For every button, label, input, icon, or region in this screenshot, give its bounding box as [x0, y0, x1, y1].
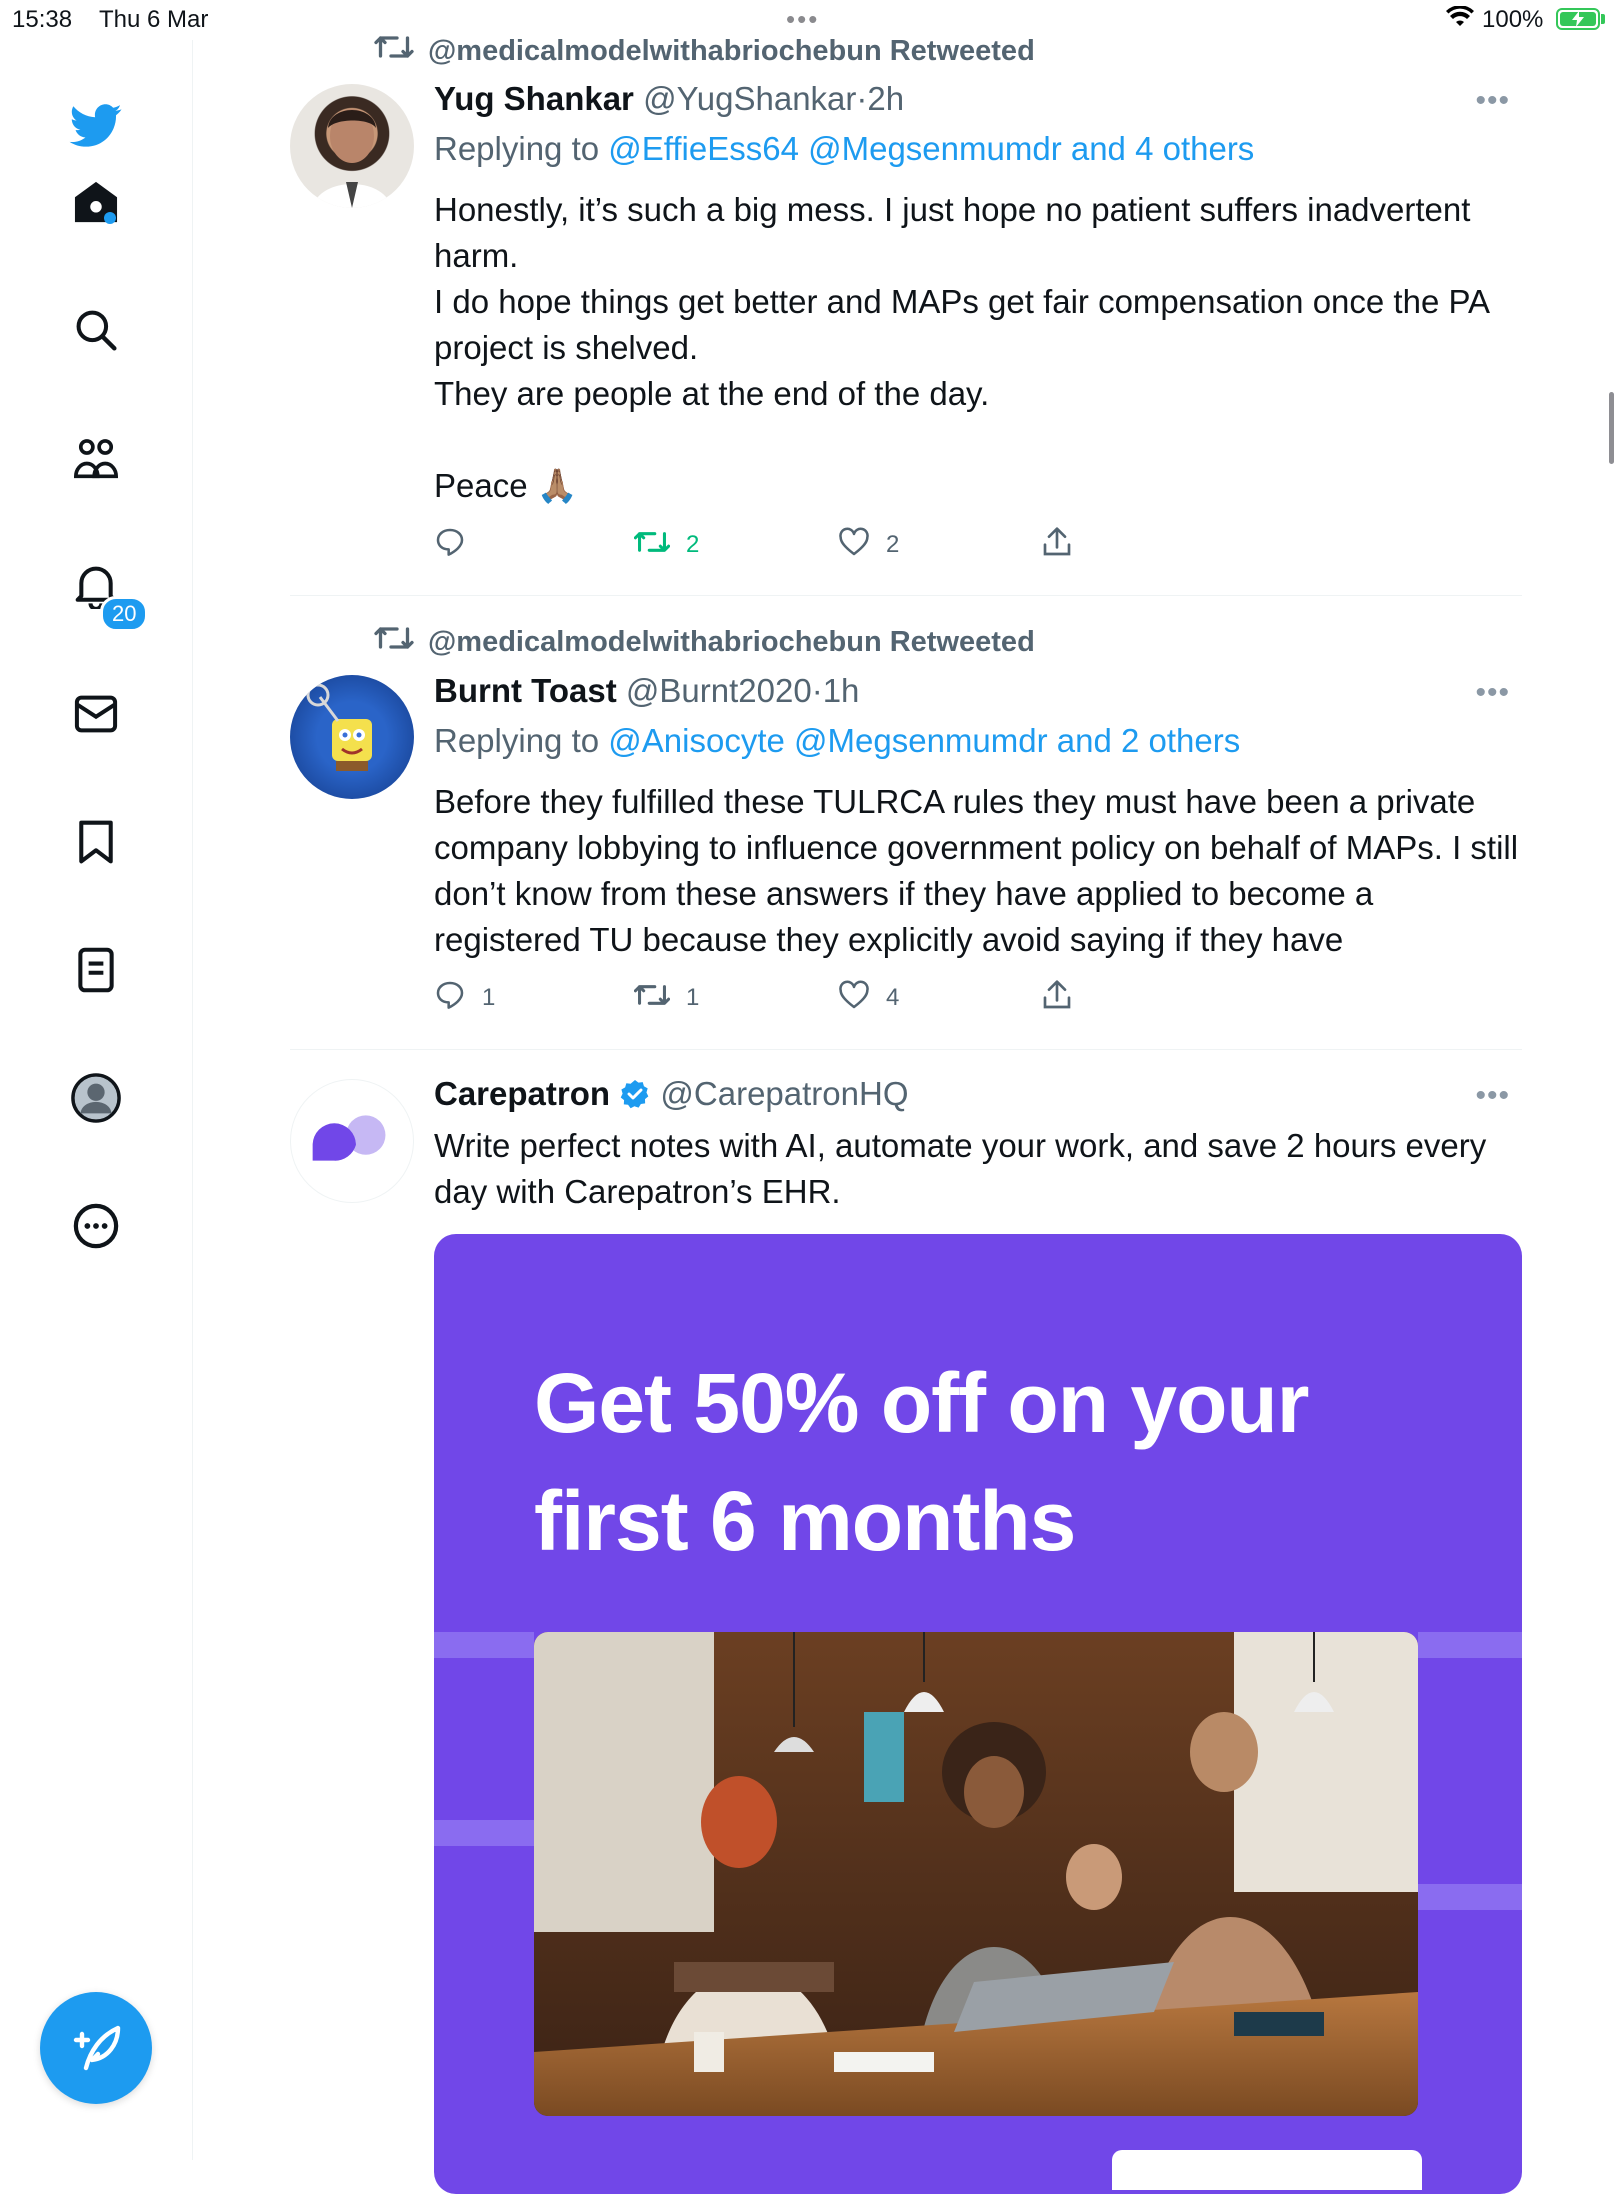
- author-handle[interactable]: @Burnt2020: [626, 672, 812, 709]
- compose-feather-icon: [70, 2020, 122, 2077]
- retweet-count: 1: [686, 984, 700, 1011]
- share-icon: [1042, 526, 1072, 565]
- ad-headline: Get 50% off on your first 6 months: [534, 1356, 1309, 1568]
- sidebar-item-bookmarks[interactable]: [60, 808, 132, 880]
- scroll-indicator[interactable]: [1609, 392, 1614, 464]
- avatar[interactable]: [290, 1079, 414, 1203]
- compose-tweet-button[interactable]: [40, 1992, 152, 2104]
- separator-dot: ·: [856, 80, 868, 117]
- reply-icon: [434, 979, 466, 1018]
- reply-button[interactable]: 1: [434, 976, 495, 1020]
- tweet-text: Honestly, it’s such a big mess. I just h…: [434, 191, 1489, 504]
- separator-dot: ·: [811, 672, 823, 709]
- communities-icon: [71, 436, 121, 485]
- sidebar-item-communities[interactable]: [60, 424, 132, 496]
- search-icon: [74, 308, 118, 357]
- heart-icon: [838, 527, 870, 564]
- avatar[interactable]: [290, 84, 414, 208]
- like-button[interactable]: 2: [838, 523, 899, 567]
- retweet-icon: [633, 981, 671, 1016]
- author-handle[interactable]: @YugShankar: [643, 80, 856, 117]
- author-name[interactable]: Carepatron: [434, 1075, 610, 1112]
- ad-photo: [534, 1632, 1418, 2116]
- share-button[interactable]: [1042, 976, 1072, 1020]
- author-name[interactable]: Burnt Toast: [434, 672, 617, 709]
- author-name[interactable]: Yug Shankar: [434, 80, 634, 117]
- ad-stripe: [434, 1632, 534, 1658]
- retweeted-by-text[interactable]: @medicalmodelwithabriochebun Retweeted: [428, 35, 1035, 68]
- retweet-icon: [633, 528, 671, 563]
- retweeted-by: @medicalmodelwithabriochebun Retweeted: [374, 31, 1035, 71]
- reply-count: 1: [482, 984, 496, 1011]
- replying-to: Replying to @EffieEss64 @Megsenmumdr and…: [434, 130, 1254, 168]
- heart-icon: [838, 980, 870, 1017]
- sidebar: 20: [0, 40, 193, 2160]
- share-icon: [1042, 979, 1072, 1018]
- retweet-button[interactable]: 2: [633, 523, 700, 567]
- home-unread-dot: [104, 212, 116, 224]
- tweet-header: Yug Shankar @YugShankar·2h: [434, 80, 904, 118]
- more-circle-icon: [73, 1203, 119, 1254]
- tweet-time[interactable]: 1h: [823, 672, 860, 709]
- status-time: 15:38: [12, 6, 73, 33]
- sidebar-item-home[interactable]: [60, 168, 132, 240]
- retweet-icon: [374, 32, 414, 70]
- ad-stripe: [1418, 1884, 1522, 1910]
- tweet[interactable]: @medicalmodelwithabriochebun Retweeted Y…: [290, 0, 1522, 596]
- tweet-header: Carepatron @CarepatronHQ: [434, 1075, 909, 1113]
- sidebar-item-lists[interactable]: [60, 936, 132, 1008]
- reply-icon: [434, 526, 466, 565]
- replying-to-label: Replying to: [434, 722, 600, 759]
- status-date: Thu 6 Mar: [99, 6, 209, 33]
- replying-to-label: Replying to: [434, 130, 600, 167]
- more-options-icon[interactable]: •••: [1475, 676, 1510, 710]
- battery-tip: [1601, 14, 1605, 24]
- retweet-count: 2: [686, 531, 700, 558]
- sidebar-item-messages[interactable]: [60, 680, 132, 752]
- battery-icon: [1556, 8, 1600, 30]
- share-button[interactable]: [1042, 523, 1072, 567]
- ad-stripe: [1418, 1632, 1522, 1658]
- sidebar-item-explore[interactable]: [60, 296, 132, 368]
- avatar-icon: [71, 1072, 121, 1128]
- retweeted-by: @medicalmodelwithabriochebun Retweeted: [374, 622, 1035, 662]
- tweet-text: Before they fulfilled these TULRCA rules…: [434, 783, 1528, 958]
- retweet-button[interactable]: 1: [633, 976, 700, 1020]
- ad-stripe: [434, 1820, 534, 1846]
- bookmark-icon: [77, 819, 115, 870]
- tweet-actions: 1 1 4: [434, 976, 1134, 1020]
- like-count: 2: [886, 531, 900, 558]
- replying-to: Replying to @Anisocyte @Megsenmumdr and …: [434, 722, 1240, 760]
- tweet[interactable]: @medicalmodelwithabriochebun Retweeted B…: [290, 595, 1522, 1050]
- more-options-icon[interactable]: •••: [1475, 1079, 1510, 1113]
- author-handle[interactable]: @CarepatronHQ: [660, 1075, 908, 1112]
- reply-button[interactable]: [434, 523, 482, 567]
- replying-to-mentions[interactable]: @EffieEss64 @Megsenmumdr and 4 others: [608, 130, 1254, 167]
- replying-to-mentions[interactable]: @Anisocyte @Megsenmumdr and 2 others: [608, 722, 1240, 759]
- verified-badge-icon: [619, 1075, 651, 1112]
- tweet-time[interactable]: 2h: [867, 80, 904, 117]
- like-count: 4: [886, 984, 900, 1011]
- tweet-actions: 2 2: [434, 523, 1134, 567]
- sidebar-item-profile[interactable]: [60, 1064, 132, 1136]
- tweet-header: Burnt Toast @Burnt2020·1h: [434, 672, 859, 710]
- retweeted-by-text[interactable]: @medicalmodelwithabriochebun Retweeted: [428, 626, 1035, 659]
- sidebar-item-more[interactable]: [60, 1192, 132, 1264]
- more-options-icon[interactable]: •••: [1475, 84, 1510, 118]
- avatar[interactable]: [290, 675, 414, 799]
- mail-icon: [74, 694, 118, 739]
- tweet-text: Write perfect notes with AI, automate yo…: [434, 1127, 1496, 1210]
- tweet-promoted[interactable]: Carepatron @CarepatronHQ ••• Write perfe…: [290, 1049, 1522, 2194]
- twitter-logo-icon[interactable]: [60, 90, 132, 162]
- ad-media-card[interactable]: Get 50% off on your first 6 months: [434, 1234, 1522, 2194]
- notification-badge: 20: [100, 596, 149, 632]
- ad-cta-button[interactable]: [1112, 2150, 1422, 2190]
- retweet-icon: [374, 623, 414, 661]
- like-button[interactable]: 4: [838, 976, 899, 1020]
- lists-icon: [77, 947, 115, 998]
